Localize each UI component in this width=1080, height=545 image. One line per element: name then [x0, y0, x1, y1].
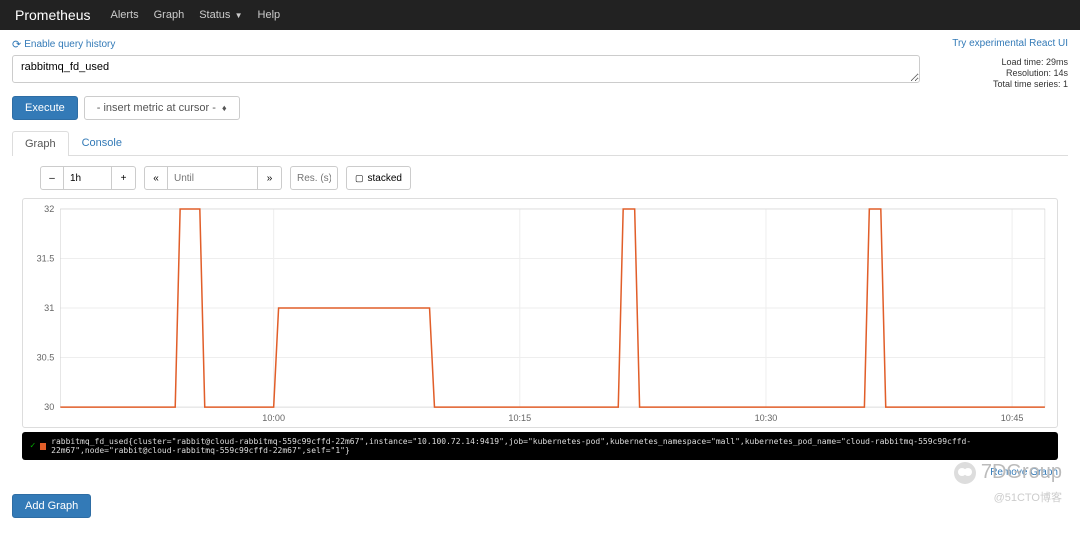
until-input[interactable]: [168, 166, 258, 190]
stacked-toggle[interactable]: ▢ stacked: [346, 166, 411, 190]
series-count: Total time series: 1: [928, 79, 1068, 89]
brand: Prometheus: [15, 7, 90, 23]
load-time: Load time: 29ms: [928, 57, 1068, 67]
nav-alerts[interactable]: Alerts: [110, 9, 138, 21]
enable-query-history[interactable]: Enable query history: [12, 38, 115, 51]
unstacked-icon: ▢: [355, 173, 364, 184]
nav-help[interactable]: Help: [258, 9, 281, 21]
svg-text:30.5: 30.5: [37, 353, 55, 363]
wechat-icon: [954, 462, 976, 484]
svg-text:32: 32: [44, 204, 54, 214]
graph-controls: – + « » ▢ stacked: [40, 166, 1068, 190]
time-forward[interactable]: »: [258, 166, 282, 190]
add-graph-button[interactable]: Add Graph: [12, 494, 91, 518]
resolution-input[interactable]: [290, 166, 338, 190]
tab-console[interactable]: Console: [69, 130, 135, 155]
check-icon: ✓: [30, 441, 35, 451]
try-react-ui[interactable]: Try experimental React UI: [952, 38, 1068, 49]
resolution: Resolution: 14s: [928, 68, 1068, 78]
svg-text:31: 31: [44, 303, 54, 313]
legend-text: rabbitmq_fd_used{cluster="rabbit@cloud-r…: [51, 437, 1050, 455]
watermark: 7DGroup @51CTO博客: [954, 461, 1062, 505]
svg-text:10:15: 10:15: [508, 413, 531, 423]
chart-svg: 30 30.5 31 31.5 32 10:00 10:15 10:30 10:45: [25, 201, 1055, 425]
navbar: Prometheus Alerts Graph Status ▼ Help: [0, 0, 1080, 30]
chart[interactable]: 30 30.5 31 31.5 32 10:00 10:15 10:30 10:45: [22, 198, 1058, 428]
query-stats: Load time: 29ms Resolution: 14s Total ti…: [928, 55, 1068, 90]
svg-text:30: 30: [44, 402, 54, 412]
execute-button[interactable]: Execute: [12, 96, 78, 120]
range-increase[interactable]: +: [112, 166, 136, 190]
query-input[interactable]: rabbitmq_fd_used: [12, 55, 920, 83]
svg-text:10:00: 10:00: [262, 413, 285, 423]
chevron-down-icon: ▼: [232, 11, 242, 20]
nav-graph[interactable]: Graph: [154, 9, 185, 21]
legend[interactable]: ✓ rabbitmq_fd_used{cluster="rabbit@cloud…: [22, 432, 1058, 460]
svg-text:10:45: 10:45: [1001, 413, 1024, 423]
tab-graph[interactable]: Graph: [12, 131, 69, 156]
nav-status[interactable]: Status ▼: [199, 9, 242, 21]
tabs: Graph Console: [12, 130, 1068, 156]
range-input[interactable]: [64, 166, 112, 190]
svg-text:10:30: 10:30: [755, 413, 778, 423]
time-back[interactable]: «: [144, 166, 168, 190]
metric-dropdown[interactable]: - insert metric at cursor - ♦: [84, 96, 240, 120]
series-swatch: [40, 443, 46, 450]
svg-text:31.5: 31.5: [37, 254, 55, 264]
range-decrease[interactable]: –: [40, 166, 64, 190]
updown-icon: ♦: [222, 103, 227, 113]
